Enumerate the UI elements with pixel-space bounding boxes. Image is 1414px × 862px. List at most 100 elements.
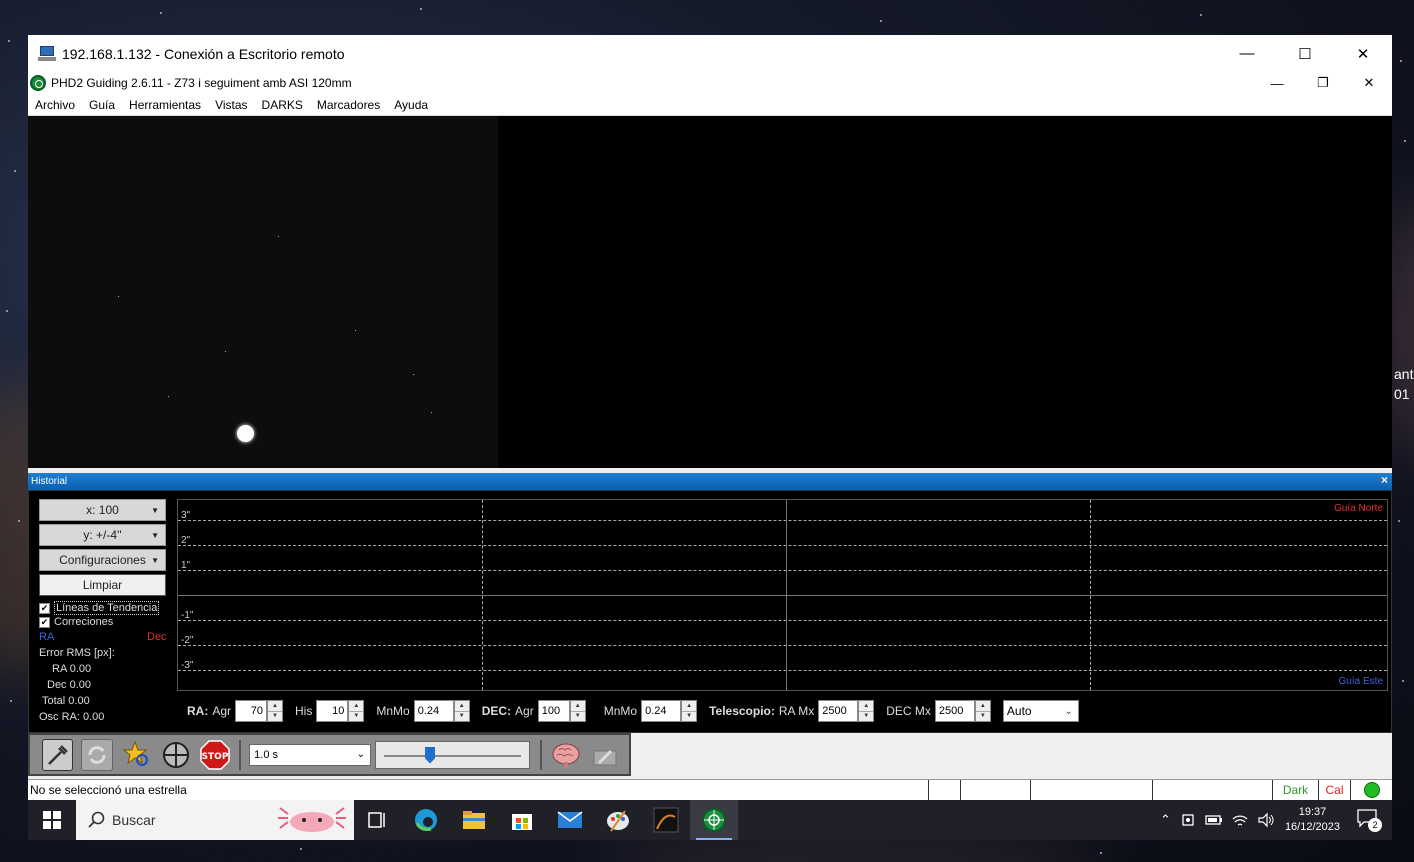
auto-select-star-button[interactable] — [121, 739, 152, 771]
mail-icon — [557, 811, 583, 828]
search-icon — [88, 811, 105, 828]
rdp-title: 192.168.1.132 - Conexión a Escritorio re… — [62, 45, 345, 62]
status-cell — [928, 780, 960, 800]
dec-mnmo-spinner[interactable]: 0.24 ▲ ▼ — [641, 700, 698, 722]
ra-his-label: His — [295, 704, 313, 718]
graph-label-3: 3" — [181, 510, 191, 521]
close-button[interactable]: ✕ — [1334, 35, 1392, 72]
taskbar-explorer[interactable] — [450, 800, 498, 840]
dec-agr-label: Agr — [515, 704, 534, 718]
edge-text: 01 — [1394, 386, 1410, 402]
osc-ra: Osc RA: 0.00 — [39, 711, 105, 723]
taskbar-paint[interactable] — [594, 800, 642, 840]
clear-button[interactable]: Limpiar — [39, 574, 166, 596]
taskbar-mail[interactable] — [546, 800, 594, 840]
guide-graph[interactable]: 3" 2" 1" -1" -2" -3" Guía Norte Guía Est… — [177, 499, 1388, 691]
brain-icon — [552, 743, 580, 768]
gamma-slider[interactable] — [375, 740, 531, 769]
y-scale-dropdown[interactable]: y: +/-4'' ▼ — [39, 524, 166, 546]
stop-button[interactable]: STOP — [200, 739, 231, 771]
system-tray: ⌃ 19:37 16/12/2023 2 — [1160, 800, 1392, 840]
corrections-checkbox[interactable]: ✔ Correciones — [39, 616, 113, 628]
rdp-title-bar[interactable]: 192.168.1.132 - Conexión a Escritorio re… — [28, 35, 1392, 72]
menu-herramientas[interactable]: Herramientas — [122, 98, 208, 112]
dec-rms: Dec 0.00 — [47, 679, 92, 691]
slider-thumb[interactable] — [425, 746, 436, 764]
tools-button[interactable] — [590, 739, 621, 771]
ra-his-spinner[interactable]: 10 ▲ ▼ — [316, 700, 365, 722]
connect-gear-button[interactable] — [42, 738, 74, 771]
loop-exposure-button[interactable] — [81, 738, 113, 771]
dark-indicator: Dark — [1272, 780, 1318, 800]
connection-led-icon — [1363, 782, 1380, 798]
clock[interactable]: 19:37 16/12/2023 — [1285, 805, 1340, 835]
menu-vistas[interactable]: Vistas — [208, 98, 254, 112]
start-button[interactable] — [28, 800, 76, 840]
taskbar-phd2[interactable] — [690, 800, 738, 840]
app-title: PHD2 Guiding 2.6.11 - Z73 i seguiment am… — [51, 76, 352, 90]
app-close-button[interactable]: ✕ — [1346, 72, 1392, 94]
trend-lines-checkbox[interactable]: ✔ Líneas de Tendencia — [39, 601, 160, 615]
guide-button[interactable] — [160, 739, 191, 771]
remote-desktop-window: 192.168.1.132 - Conexión a Escritorio re… — [28, 35, 1392, 800]
menu-bar: Archivo Guía Herramientas Vistas DARKS M… — [28, 94, 1392, 116]
settings-dropdown[interactable]: Configuraciones ▼ — [39, 549, 166, 571]
chevron-up-icon[interactable]: ⌃ — [1160, 812, 1171, 828]
camera-image-view[interactable] — [28, 116, 1392, 468]
graph-label-neg3: -3" — [181, 660, 194, 671]
dec-mx-spinner[interactable]: 2500 ▲ ▼ — [934, 700, 991, 722]
menu-archivo[interactable]: Archivo — [28, 98, 82, 112]
ra-agr-spinner[interactable]: 70 ▲ ▼ — [235, 700, 284, 722]
taskbar-store[interactable] — [498, 800, 546, 840]
app-title-bar[interactable]: PHD2 Guiding 2.6.11 - Z73 i seguiment am… — [28, 72, 1392, 94]
remote-desktop-icon — [38, 45, 56, 62]
taskbar-edge[interactable] — [402, 800, 450, 840]
menu-marcadores[interactable]: Marcadores — [310, 98, 387, 112]
battery-icon[interactable] — [1205, 813, 1223, 827]
brain-button[interactable] — [550, 739, 581, 771]
loop-icon — [88, 745, 106, 764]
exposure-dropdown[interactable]: 1.0 s ⌄ — [249, 743, 372, 766]
wifi-icon[interactable] — [1231, 812, 1249, 828]
menu-darks[interactable]: DARKS — [255, 98, 310, 112]
dec-mode-dropdown[interactable]: Auto ⌄ — [1002, 700, 1079, 722]
volume-icon[interactable] — [1257, 812, 1275, 828]
search-box[interactable]: Buscar — [76, 800, 354, 840]
maximize-button[interactable]: ☐ — [1276, 35, 1334, 72]
total-rms: Total 0.00 — [42, 695, 90, 707]
windows-logo-icon — [43, 811, 61, 829]
edge-icon — [415, 809, 437, 831]
guide-east-label: Guía Este — [1338, 676, 1383, 687]
status-bar: No se seleccionó una estrella Dark Cal — [28, 779, 1392, 800]
x-scale-dropdown[interactable]: x: 100 ▼ — [39, 499, 166, 521]
meet-icon[interactable] — [1181, 812, 1197, 828]
minimize-button[interactable]: — — [1218, 35, 1276, 72]
history-title-bar: Historial × — [28, 473, 1392, 490]
task-view-icon — [368, 812, 385, 828]
notification-center-button[interactable]: 2 — [1356, 808, 1382, 832]
folder-icon — [463, 811, 485, 829]
dec-agr-spinner[interactable]: 100 ▲ ▼ — [537, 700, 586, 722]
taskbar-sharpcap[interactable] — [642, 800, 690, 840]
dec-legend: Dec — [147, 631, 167, 643]
phd2-icon — [702, 808, 726, 832]
ra-mx-spinner[interactable]: 2500 ▲ ▼ — [818, 700, 875, 722]
app-restore-button[interactable]: ❐ — [1300, 72, 1346, 94]
phd2-logo-icon — [30, 75, 46, 91]
history-close-button[interactable]: × — [1381, 473, 1388, 487]
menu-guia[interactable]: Guía — [82, 98, 122, 112]
ra-mnmo-spinner[interactable]: 0.24 ▲ ▼ — [413, 700, 470, 722]
usb-plug-icon — [47, 744, 68, 765]
status-cell — [960, 780, 1030, 800]
crosshair-icon — [163, 741, 190, 768]
cal-indicator: Cal — [1318, 780, 1350, 800]
edge-text: ant — [1394, 366, 1414, 382]
app-minimize-button[interactable]: — — [1254, 72, 1300, 94]
status-cell — [1030, 780, 1152, 800]
menu-ayuda[interactable]: Ayuda — [387, 98, 435, 112]
stop-icon: STOP — [200, 739, 231, 770]
status-message: No se seleccionó una estrella — [30, 783, 187, 797]
task-view-button[interactable] — [354, 800, 402, 840]
ra-agr-label: Agr — [212, 704, 232, 718]
guide-star[interactable] — [237, 425, 254, 442]
